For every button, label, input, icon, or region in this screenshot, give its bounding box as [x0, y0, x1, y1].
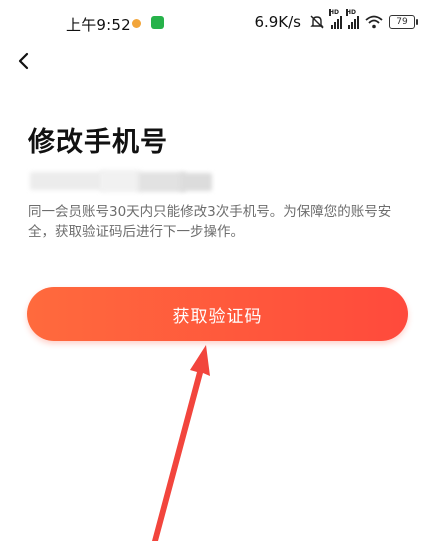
wifi-icon	[365, 15, 383, 29]
signal-icon-2: HD	[346, 9, 359, 29]
chevron-left-icon	[18, 52, 29, 70]
mute-icon	[310, 15, 324, 29]
status-right: 6.9K/s HD HD 79	[254, 9, 418, 32]
hd-label: HD	[329, 9, 340, 16]
signal-icon: HD	[329, 9, 342, 29]
network-speed: 6.9K/s	[254, 13, 301, 31]
notice-text: 同一会员账号30天内只能修改3次手机号。为保障您的账号安全，获取验证码后进行下一…	[28, 204, 392, 240]
page-title: 修改手机号	[28, 127, 168, 158]
get-verification-code-label: 获取验证码	[172, 306, 263, 327]
status-time: 上午9:52	[66, 16, 131, 34]
battery-icon: 79	[389, 15, 418, 29]
wechat-icon	[151, 16, 164, 29]
status-bar: 上午9:52 6.9K/s HD HD 79	[0, 0, 439, 46]
back-button[interactable]	[8, 46, 38, 76]
masked-phone-number	[30, 170, 214, 192]
hd-label-2: HD	[346, 9, 357, 16]
weather-icon	[132, 19, 141, 28]
get-verification-code-button[interactable]: 获取验证码	[27, 287, 408, 341]
screen: 上午9:52 6.9K/s HD HD 79 修改手机号 同一会员账号30天内只…	[0, 0, 439, 541]
annotation-arrow-icon	[152, 345, 210, 541]
